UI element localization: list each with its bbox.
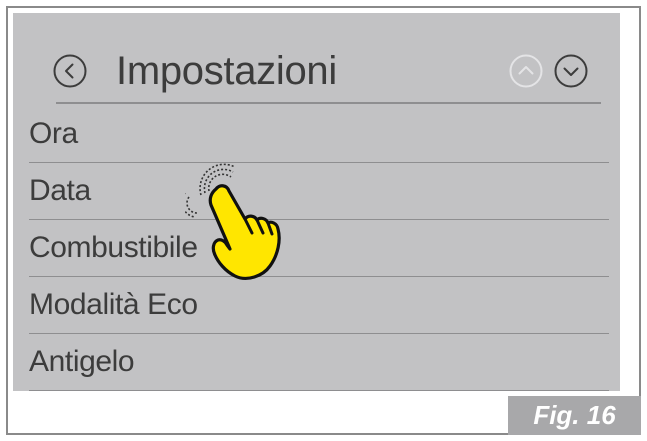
menu-item-label: Ora xyxy=(29,117,78,150)
back-icon[interactable] xyxy=(53,54,87,88)
header: Impostazioni xyxy=(13,13,620,106)
tap-hand-icon xyxy=(185,163,281,280)
settings-screen: Impostazioni Ora Data Combustibile Modal… xyxy=(13,13,620,391)
menu-item-data[interactable]: Data xyxy=(13,163,620,220)
header-divider xyxy=(56,102,601,104)
menu-item-label: Modalità Eco xyxy=(29,288,198,321)
settings-menu: Ora Data Combustibile Modalità Eco Antig… xyxy=(13,106,620,391)
chevron-down-icon[interactable] xyxy=(554,54,588,88)
page-title: Impostazioni xyxy=(116,49,337,93)
menu-item-label: Antigelo xyxy=(29,345,135,378)
menu-item-ora[interactable]: Ora xyxy=(13,106,620,163)
menu-item-label: Data xyxy=(29,174,91,207)
chevron-up-icon[interactable] xyxy=(509,54,543,88)
menu-item-antigelo[interactable]: Antigelo xyxy=(13,334,620,391)
menu-item-combustibile[interactable]: Combustibile xyxy=(13,220,620,277)
menu-divider xyxy=(29,390,609,391)
figure-label: Fig. 16 xyxy=(508,396,641,435)
menu-item-label: Combustibile xyxy=(29,231,198,264)
menu-item-modalita-eco[interactable]: Modalità Eco xyxy=(13,277,620,334)
